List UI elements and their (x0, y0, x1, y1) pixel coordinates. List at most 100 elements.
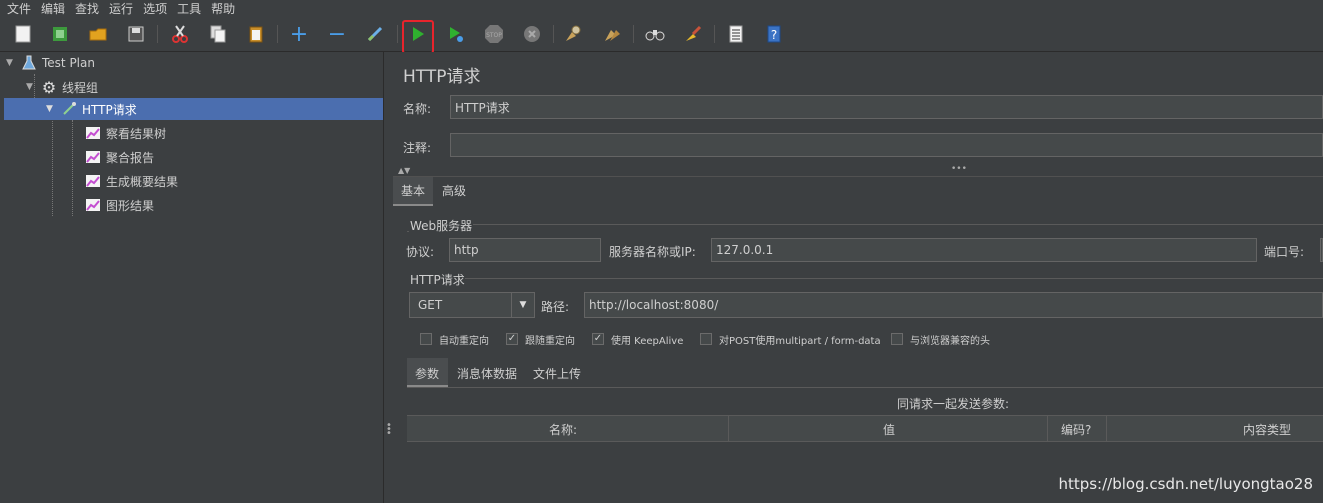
follow-redirect-label: 跟随重定向 (525, 336, 575, 347)
params-caption: 同请求一起发送参数: (897, 397, 1010, 411)
watermark: https://blog.csdn.net/luyongtao28 (1058, 475, 1313, 493)
tree-node-label: 聚合报告 (106, 150, 155, 165)
protocol-field[interactable] (449, 238, 601, 262)
tree-node-aggregate-report[interactable]: 聚合报告 (84, 146, 154, 168)
page-title: HTTP请求 (403, 67, 481, 87)
tree-node-label: 线程组 (62, 80, 99, 95)
function-helper-icon[interactable] (724, 22, 748, 46)
collapse-icon[interactable]: − (325, 22, 349, 47)
tree-node-label: 察看结果树 (106, 126, 167, 141)
web-server-group-title: Web服务器 (410, 219, 473, 233)
pipette-icon (60, 101, 78, 117)
http-request-panel: HTTP请求 名称: 注释: ▲▼ ••• 基本 高级 Web服务器 协议: 服… (393, 52, 1323, 503)
expand-icon[interactable]: + (287, 22, 311, 47)
menu-edit[interactable]: 编辑 (41, 0, 65, 17)
toolbar: + − STOP ? (0, 17, 1323, 52)
follow-redirect-checkbox[interactable]: ✓ (506, 333, 518, 345)
drag-handle-icon[interactable]: ••• (386, 421, 392, 439)
auto-redirect-checkbox[interactable] (420, 333, 432, 345)
port-label: 端口号: (1264, 245, 1305, 259)
new-icon[interactable] (11, 22, 35, 46)
collapse-arrows-icon[interactable]: ▲▼ (398, 166, 410, 175)
test-plan-tree: ▼ Test Plan ▼ ⚙ 线程组 ▼ HTTP请求 察看结果树 聚合报告 … (0, 52, 384, 503)
menu-help[interactable]: 帮助 (211, 0, 235, 17)
drag-handle-icon[interactable]: ••• (951, 164, 967, 174)
start-button-highlight (402, 20, 434, 54)
chevron-down-icon[interactable]: ▼ (26, 82, 40, 92)
svg-text:STOP: STOP (486, 32, 502, 39)
tree-node-test-plan[interactable]: ▼ Test Plan (6, 52, 95, 74)
protocol-label: 协议: (406, 245, 435, 259)
path-field[interactable] (584, 292, 1323, 318)
graph-icon (84, 197, 102, 213)
tree-node-label: 图形结果 (106, 198, 155, 213)
clear-all-icon[interactable] (600, 22, 624, 46)
tab-basic-label: 基本 (401, 184, 426, 198)
multipart-checkbox[interactable] (700, 333, 712, 345)
browser-headers-label: 与浏览器兼容的头 (910, 336, 990, 347)
stop-icon[interactable]: STOP (482, 22, 506, 46)
menu-options[interactable]: 选项 (143, 0, 167, 17)
settings-tabs: 基本 高级 (393, 176, 1323, 207)
tree-node-view-results-tree[interactable]: 察看结果树 (84, 122, 166, 144)
keepalive-checkbox[interactable]: ✓ (592, 333, 604, 345)
menu-tools[interactable]: 工具 (177, 0, 201, 17)
gear-icon: ⚙ (41, 77, 57, 97)
save-icon[interactable] (124, 22, 148, 46)
column-value[interactable]: 值 (883, 421, 895, 438)
tree-node-thread-group[interactable]: ▼ ⚙ 线程组 (26, 76, 98, 98)
cut-icon[interactable] (168, 22, 192, 46)
menu-search[interactable]: 查找 (75, 0, 99, 17)
shutdown-icon[interactable] (520, 22, 544, 46)
menu-run[interactable]: 运行 (109, 0, 133, 17)
column-encode[interactable]: 编码? (1061, 421, 1091, 438)
http-request-group-title: HTTP请求 (410, 273, 465, 287)
column-content-type[interactable]: 内容类型 (1243, 421, 1291, 438)
graph-icon (84, 149, 102, 165)
search-icon[interactable] (643, 22, 667, 46)
chevron-down-icon[interactable]: ▼ (46, 104, 60, 114)
column-name[interactable]: 名称: (549, 421, 577, 438)
comment-label: 注释: (403, 141, 432, 155)
path-label: 路径: (541, 300, 570, 314)
server-field[interactable] (711, 238, 1257, 262)
tree-node-summary-results[interactable]: 生成概要结果 (84, 170, 178, 192)
menu-bar: 文件 编辑 查找 运行 选项 工具 帮助 (0, 0, 1323, 16)
comment-field[interactable] (450, 133, 1323, 157)
chevron-down-icon[interactable]: ▼ (6, 58, 20, 68)
open-icon[interactable] (86, 22, 110, 46)
flask-icon (20, 55, 38, 71)
reset-search-icon[interactable] (681, 22, 705, 46)
tab-body-data[interactable]: 消息体数据 (457, 365, 517, 382)
copy-icon[interactable] (206, 22, 230, 46)
start-no-pause-icon[interactable] (444, 22, 468, 46)
tab-files-upload[interactable]: 文件上传 (533, 365, 581, 382)
help-icon[interactable]: ? (762, 22, 786, 46)
method-select[interactable]: GET ▼ (409, 292, 535, 318)
auto-redirect-label: 自动重定向 (439, 336, 489, 347)
tree-node-label: Test Plan (42, 56, 95, 70)
server-label: 服务器名称或IP: (609, 245, 696, 259)
tab-parameters-label: 参数 (415, 367, 440, 381)
clear-icon[interactable] (561, 22, 585, 46)
templates-icon[interactable] (48, 22, 72, 46)
keepalive-label: 使用 KeepAlive (611, 336, 684, 347)
tree-node-label: 生成概要结果 (106, 174, 179, 189)
browser-headers-checkbox[interactable] (891, 333, 903, 345)
params-table-header: 名称: 值 编码? 内容类型 (407, 415, 1323, 442)
svg-text:?: ? (771, 28, 777, 42)
multipart-label: 对POST使用multipart / form-data (719, 336, 881, 347)
tab-advanced[interactable]: 高级 (442, 182, 466, 199)
chevron-down-icon[interactable]: ▼ (511, 293, 534, 317)
name-field[interactable] (450, 95, 1323, 119)
graph-icon (84, 125, 102, 141)
name-label: 名称: (403, 102, 432, 116)
menu-file[interactable]: 文件 (7, 0, 31, 17)
tree-node-graph-results[interactable]: 图形结果 (84, 194, 154, 216)
method-value: GET (418, 298, 443, 312)
toggle-icon[interactable] (363, 22, 387, 46)
tree-node-http-request[interactable]: ▼ HTTP请求 (4, 98, 383, 120)
tree-node-label: HTTP请求 (82, 102, 137, 117)
graph-icon (84, 173, 102, 189)
paste-icon[interactable] (244, 22, 268, 46)
